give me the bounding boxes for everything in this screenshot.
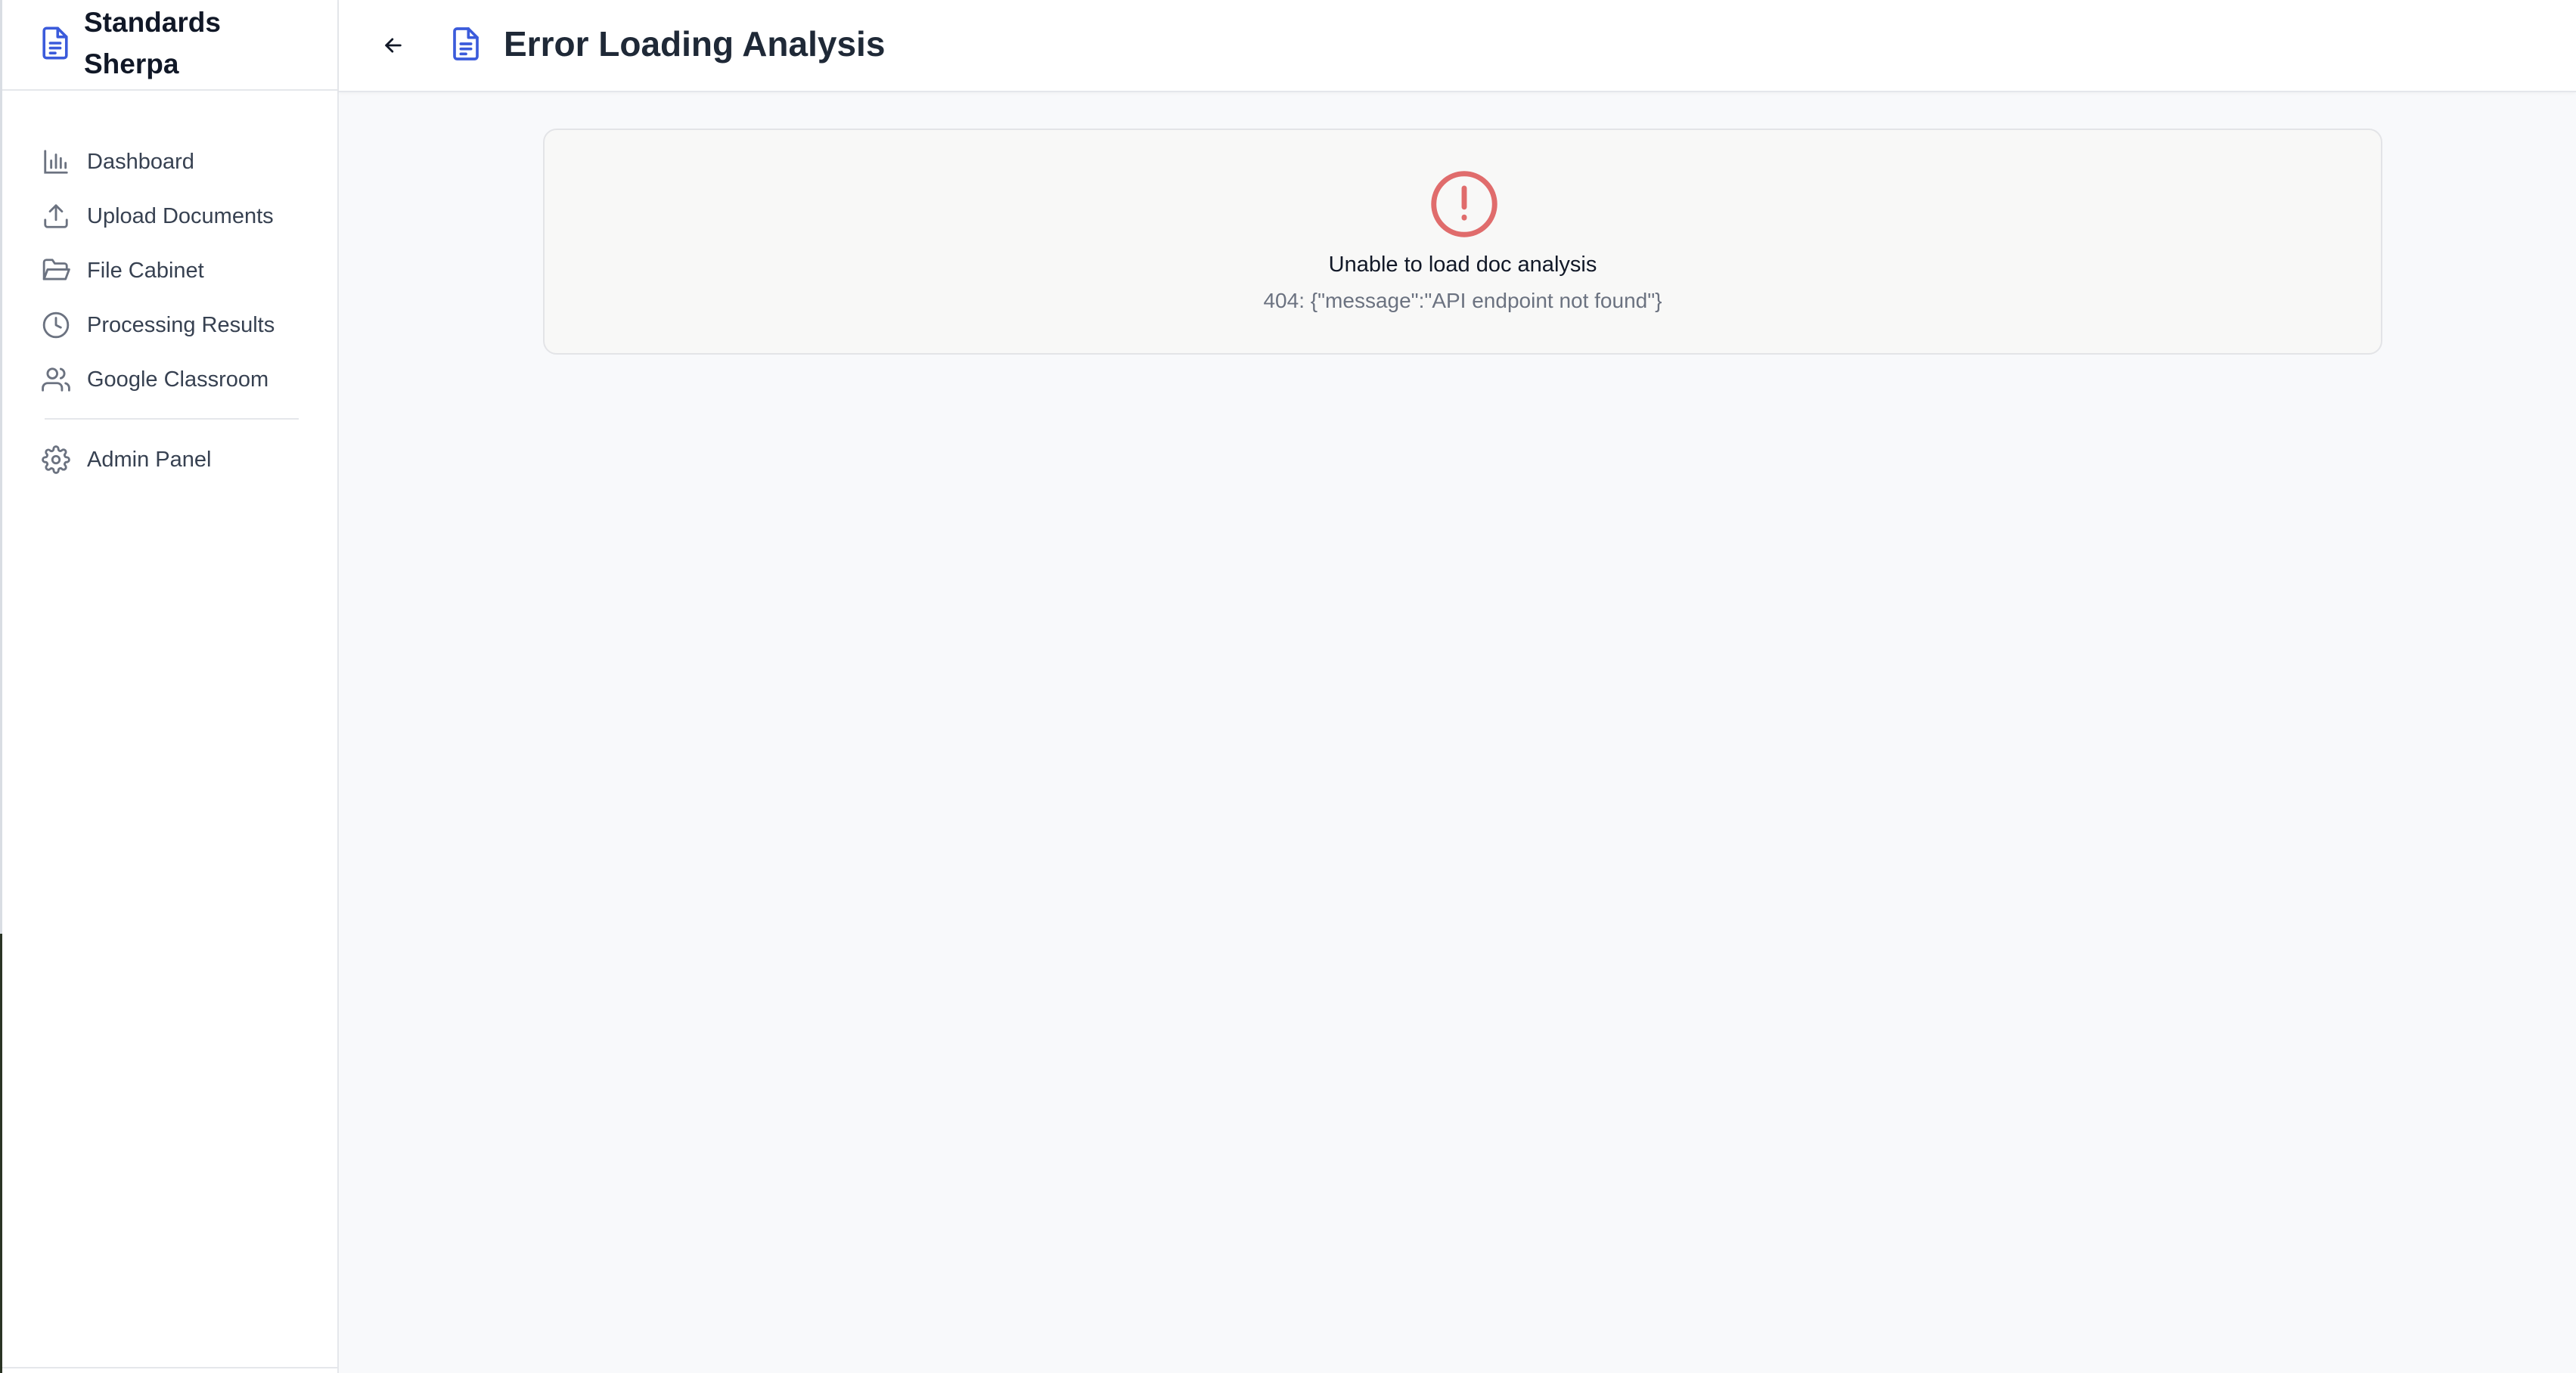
brand[interactable]: Standards Sherpa [2,0,337,91]
brand-name-line1: Standards [84,7,221,38]
brand-name: Standards Sherpa [84,2,311,85]
sidebar-item-label: Admin Panel [87,447,212,472]
sidebar-item-processing-results[interactable]: Processing Results [42,302,314,348]
sidebar-item-admin-panel[interactable]: Admin Panel [42,437,314,482]
error-detail: 404: {"message":"API endpoint not found"… [1263,289,1662,312]
sidebar-footer [2,1367,337,1373]
clock-icon [42,309,73,341]
sidebar-item-upload-documents[interactable]: Upload Documents [42,194,314,239]
upload-icon [42,200,73,232]
arrow-left-icon [385,38,402,53]
back-button[interactable] [377,29,410,62]
sidebar-divider [45,418,299,420]
bar-chart-icon [42,146,73,178]
sidebar-item-google-classroom[interactable]: Google Classroom [42,357,314,402]
alert-circle-icon [1431,171,1497,237]
sidebar-item-label: File Cabinet [87,258,204,283]
brand-name-line2: Sherpa [84,48,179,79]
gear-icon [42,444,73,476]
sidebar-item-label: Upload Documents [87,203,274,228]
sidebar-item-file-cabinet[interactable]: File Cabinet [42,248,314,293]
sidebar-item-label: Google Classroom [87,367,269,392]
sidebar-item-label: Processing Results [87,312,275,337]
users-icon [42,364,73,395]
document-icon [42,26,68,60]
document-icon [453,27,479,60]
error-title: Unable to load doc analysis [1328,253,1597,277]
folder-open-icon [42,255,73,287]
error-card: Unable to load doc analysis 404: {"messa… [543,129,2382,355]
sidebar: Standards Sherpa Dashboard Upload Docume… [2,0,339,1373]
sidebar-item-label: Dashboard [87,149,194,174]
page-header: Error Loading Analysis [339,0,2576,92]
page-title: Error Loading Analysis [504,24,886,64]
sidebar-item-dashboard[interactable]: Dashboard [42,139,314,184]
